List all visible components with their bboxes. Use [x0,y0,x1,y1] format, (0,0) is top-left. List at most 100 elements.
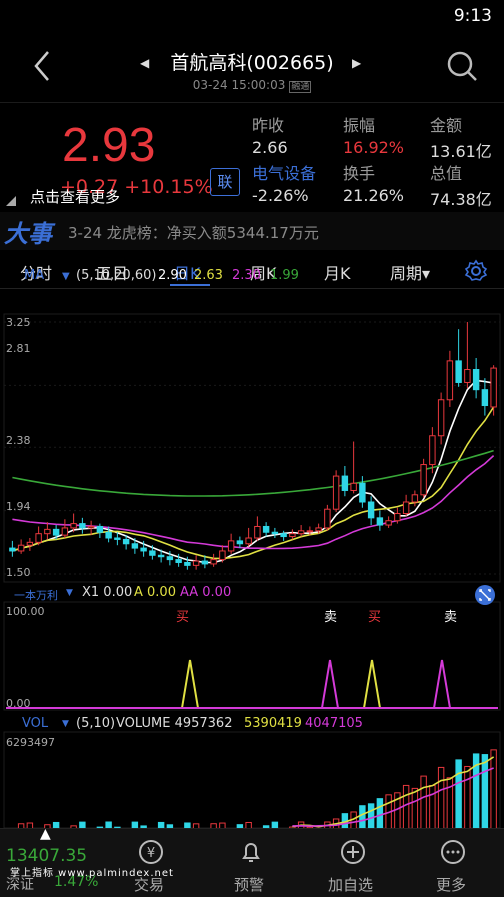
index-value[interactable]: 13407.35 [6,846,87,866]
candle-body [280,533,287,538]
candle-body [166,556,174,561]
candle-body [490,367,497,408]
linked-stock-button[interactable]: 联 [210,168,240,196]
candle-body [411,494,419,503]
candle-body [464,369,471,383]
candle-body [131,543,139,549]
candle-body [350,482,357,491]
candle-body [175,559,182,563]
candle-body [157,554,165,558]
candle-body [210,559,217,565]
candle-body [236,540,244,545]
indicator-name[interactable]: 一本万利 [14,587,58,603]
candle-body [429,435,436,466]
last-price: 2.93 [62,119,156,172]
volume-bar [464,765,471,828]
candle-body [44,528,51,535]
signal-sell-2: 卖 [444,610,458,625]
candle-body [332,475,340,510]
candle-body [114,537,121,540]
kline-chart[interactable] [0,290,504,828]
ma-dropdown-icon[interactable]: ▼ [62,271,70,282]
view-more-link[interactable]: 点击查看更多 [30,186,120,207]
quote-time-badge: 融通 [289,81,312,93]
candle-body [149,550,156,556]
indicator-dropdown-icon[interactable]: ▼ [66,588,73,598]
candle-body [35,533,42,543]
tab-monthly-k[interactable]: 月K [324,260,351,284]
candle-body [446,360,454,401]
tab-period[interactable]: 周期▾ [390,260,430,284]
quote-time: 03-24 15:00:03 融通 [0,78,504,93]
trade-button[interactable]: 交易 [134,874,164,895]
news-text[interactable]: 3-24 龙虎榜：净买入额5344.17万元 [68,222,319,243]
candle-body [227,540,235,552]
more-button[interactable]: 更多 [436,874,466,895]
amplitude-value: 16.92% [343,138,405,157]
candle-body [306,530,314,533]
amount-value: 13.61亿 [430,142,492,161]
volume-bar [411,787,419,828]
volume-bar [359,805,366,828]
indicator-aa: AA 0.00 [180,585,232,600]
candle-body [9,547,16,552]
search-icon[interactable] [446,50,478,82]
status-time: 9:13 [453,6,492,26]
prev-close-value: 2.66 [252,138,288,157]
bell-icon[interactable] [237,838,265,866]
ma10-value: 2.63 [194,268,223,283]
add-watchlist-button[interactable]: 加自选 [328,874,373,895]
candle-body [315,527,322,532]
sector-link[interactable]: 电气设备 [252,160,316,184]
volume-bar [455,759,462,828]
axis-label-3: 2.38 [6,434,31,447]
candle [324,504,331,531]
candle-body [96,525,104,533]
axis-label-top: 3.25 [6,316,31,329]
candle-body [105,531,112,539]
prev-close-label: 昨收 [252,116,285,135]
vol-ma10: 4047105 [305,716,363,731]
amount-label: 金额 [430,116,463,135]
candle-body [271,531,279,535]
candle-body [385,520,392,526]
candle-body [402,501,410,515]
vol-label[interactable]: VOL [22,716,48,731]
candle-body [341,475,349,491]
candle-body [481,389,489,407]
candle-body [17,544,25,552]
amplitude-label: 振幅 [343,116,376,135]
alert-button[interactable]: 预警 [234,874,264,895]
settings-gear-icon[interactable] [464,259,488,283]
indicator-bottom-label: 0.00 [6,697,31,710]
turnover-label: 换手 [343,164,376,183]
fullscreen-icon[interactable] [474,584,496,606]
indicator-top-label: 100.00 [6,605,45,618]
candle-body [122,538,130,545]
volume-bar [437,766,445,828]
candle-body [26,541,34,546]
plus-circle-icon[interactable] [339,838,367,866]
vol-ma5: 5390419 [244,716,302,731]
candle-body [61,527,69,536]
more-icon[interactable] [439,838,467,866]
candle-body [376,517,384,526]
vol-dropdown-icon[interactable]: ▼ [62,719,69,729]
yen-icon[interactable]: ¥ [137,838,165,866]
ma-label[interactable]: MA [24,268,44,283]
quote-timestamp: 03-24 15:00:03 [192,78,286,92]
volume-bar [376,798,384,828]
signal-sell-1: 卖 [324,610,338,625]
next-stock-icon[interactable]: ▶ [352,56,361,70]
candle-body [70,523,77,529]
volume-bar [481,754,489,828]
active-tab-indicator [170,284,210,286]
expand-triangle-icon[interactable] [6,196,16,206]
candle-body [472,369,480,391]
candle-body [184,561,191,566]
signal-buy-1: 买 [176,610,190,625]
vol-params: (5,10) [76,716,116,731]
candle-body [420,464,427,496]
candle-body [262,525,270,533]
ma5-value: 2.90 [158,268,187,283]
